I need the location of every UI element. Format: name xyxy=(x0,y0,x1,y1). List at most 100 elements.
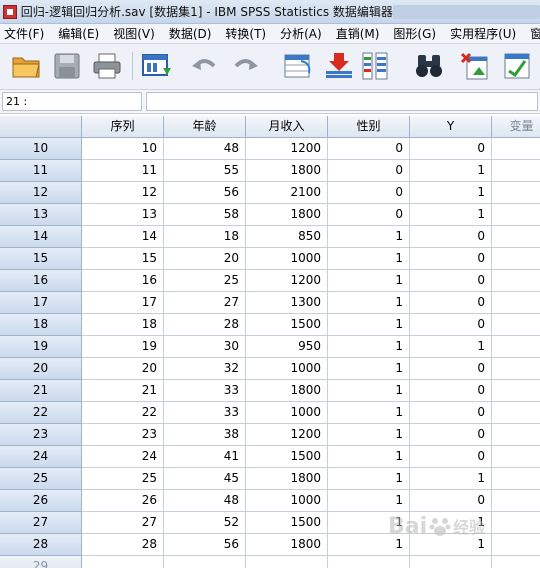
menu-window[interactable]: 窗 xyxy=(530,25,540,42)
cell-sequence[interactable]: 19 xyxy=(82,336,164,358)
cell-sequence[interactable]: 16 xyxy=(82,270,164,292)
cell-age[interactable]: 30 xyxy=(164,336,246,358)
cell-age[interactable]: 20 xyxy=(164,248,246,270)
cell-variable-empty[interactable] xyxy=(492,160,540,182)
cell-gender[interactable]: 0 xyxy=(328,204,410,226)
cell-y[interactable]: 0 xyxy=(410,248,492,270)
cell-monthly-income[interactable]: 1300 xyxy=(246,292,328,314)
cell-gender[interactable]: 1 xyxy=(328,226,410,248)
cell-gender[interactable]: 1 xyxy=(328,446,410,468)
cell-gender[interactable]: 1 xyxy=(328,358,410,380)
cell-age[interactable]: 38 xyxy=(164,424,246,446)
cell-monthly-income[interactable]: 1000 xyxy=(246,358,328,380)
cell-gender[interactable]: 1 xyxy=(328,512,410,534)
insert-variable-icon[interactable] xyxy=(458,50,492,82)
column-header-monthly-income[interactable]: 月收入 xyxy=(246,116,328,138)
cell-variable-empty[interactable] xyxy=(492,446,540,468)
cell-age[interactable]: 56 xyxy=(164,182,246,204)
menu-transform[interactable]: 转换(T) xyxy=(225,25,266,42)
print-icon[interactable] xyxy=(90,50,124,82)
cell-monthly-income[interactable]: 1800 xyxy=(246,534,328,556)
cell-gender[interactable]: 1 xyxy=(328,314,410,336)
cell-monthly-income[interactable]: 950 xyxy=(246,336,328,358)
cell-sequence[interactable]: 11 xyxy=(82,160,164,182)
menu-file[interactable]: 文件(F) xyxy=(4,25,44,42)
cell-age[interactable]: 48 xyxy=(164,138,246,160)
cell-y[interactable]: 0 xyxy=(410,424,492,446)
cell-age[interactable]: 33 xyxy=(164,380,246,402)
row-number[interactable]: 21 xyxy=(0,380,82,402)
menu-data[interactable]: 数据(D) xyxy=(169,25,212,42)
cell-sequence[interactable]: 18 xyxy=(82,314,164,336)
menu-edit[interactable]: 编辑(E) xyxy=(58,25,99,42)
insert-cases-icon[interactable] xyxy=(322,50,356,82)
cell-age[interactable]: 52 xyxy=(164,512,246,534)
cell-age[interactable]: 25 xyxy=(164,270,246,292)
cell-gender[interactable]: 1 xyxy=(328,424,410,446)
cell-y[interactable]: 0 xyxy=(410,380,492,402)
cell-variable-empty[interactable] xyxy=(492,138,540,160)
cell-reference-box[interactable]: 21 : xyxy=(2,92,142,111)
cell-variable-empty[interactable] xyxy=(492,534,540,556)
cell-variable-empty[interactable] xyxy=(492,182,540,204)
cell-y[interactable]: 1 xyxy=(410,204,492,226)
cell-monthly-income[interactable] xyxy=(246,556,328,568)
cell-variable-empty[interactable] xyxy=(492,270,540,292)
row-number[interactable]: 22 xyxy=(0,402,82,424)
cell-y[interactable]: 1 xyxy=(410,182,492,204)
cell-y[interactable]: 1 xyxy=(410,160,492,182)
cell-variable-empty[interactable] xyxy=(492,358,540,380)
cell-sequence[interactable]: 12 xyxy=(82,182,164,204)
cell-gender[interactable]: 0 xyxy=(328,138,410,160)
cell-gender[interactable]: 1 xyxy=(328,402,410,424)
row-number[interactable]: 16 xyxy=(0,270,82,292)
cell-y[interactable]: 0 xyxy=(410,446,492,468)
cell-variable-empty[interactable] xyxy=(492,424,540,446)
cell-monthly-income[interactable]: 1000 xyxy=(246,402,328,424)
cell-age[interactable]: 41 xyxy=(164,446,246,468)
cell-age[interactable]: 45 xyxy=(164,468,246,490)
row-number[interactable]: 17 xyxy=(0,292,82,314)
cell-age[interactable]: 28 xyxy=(164,314,246,336)
cell-sequence[interactable]: 24 xyxy=(82,446,164,468)
row-number[interactable]: 13 xyxy=(0,204,82,226)
redo-icon[interactable] xyxy=(228,50,262,82)
cell-sequence[interactable]: 13 xyxy=(82,204,164,226)
cell-y[interactable] xyxy=(410,556,492,568)
row-number[interactable]: 19 xyxy=(0,336,82,358)
row-number[interactable]: 25 xyxy=(0,468,82,490)
cell-monthly-income[interactable]: 1800 xyxy=(246,160,328,182)
cell-variable-empty[interactable] xyxy=(492,556,540,568)
row-number[interactable]: 28 xyxy=(0,534,82,556)
cell-age[interactable] xyxy=(164,556,246,568)
cell-y[interactable]: 1 xyxy=(410,336,492,358)
row-number[interactable]: 26 xyxy=(0,490,82,512)
cell-gender[interactable]: 1 xyxy=(328,248,410,270)
cell-gender[interactable]: 1 xyxy=(328,336,410,358)
cell-variable-empty[interactable] xyxy=(492,292,540,314)
row-number[interactable]: 24 xyxy=(0,446,82,468)
cell-sequence[interactable]: 20 xyxy=(82,358,164,380)
cell-age[interactable]: 55 xyxy=(164,160,246,182)
cell-monthly-income[interactable]: 1200 xyxy=(246,424,328,446)
cell-gender[interactable]: 1 xyxy=(328,380,410,402)
cell-sequence[interactable]: 23 xyxy=(82,424,164,446)
cell-age[interactable]: 32 xyxy=(164,358,246,380)
cell-gender[interactable] xyxy=(328,556,410,568)
cell-y[interactable]: 0 xyxy=(410,358,492,380)
column-header-y[interactable]: Y xyxy=(410,116,492,138)
cell-monthly-income[interactable]: 1800 xyxy=(246,468,328,490)
column-header-gender[interactable]: 性别 xyxy=(328,116,410,138)
cell-variable-empty[interactable] xyxy=(492,380,540,402)
open-folder-icon[interactable] xyxy=(10,50,44,82)
cell-monthly-income[interactable]: 1800 xyxy=(246,204,328,226)
column-header-variable-empty[interactable]: 变量 xyxy=(492,116,540,138)
cell-variable-empty[interactable] xyxy=(492,336,540,358)
menu-direct-marketing[interactable]: 直销(M) xyxy=(336,25,380,42)
cell-age[interactable]: 58 xyxy=(164,204,246,226)
cell-age[interactable]: 56 xyxy=(164,534,246,556)
cell-variable-empty[interactable] xyxy=(492,512,540,534)
cell-gender[interactable]: 0 xyxy=(328,182,410,204)
cell-monthly-income[interactable]: 1200 xyxy=(246,138,328,160)
cell-gender[interactable]: 0 xyxy=(328,160,410,182)
